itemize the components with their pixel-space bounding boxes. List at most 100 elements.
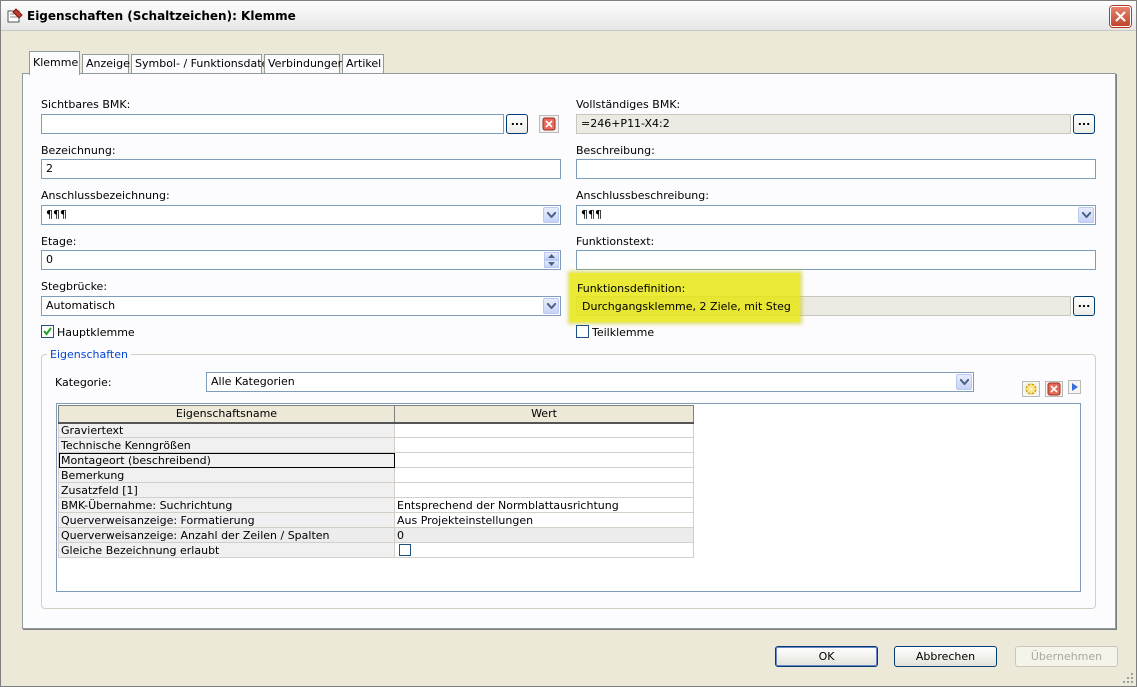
sichtbares-bmk-browse-button[interactable]: ...: [506, 114, 528, 134]
tab-artikel[interactable]: Artikel: [342, 54, 384, 74]
property-name: Querverweisanzeige: Anzahl der Zeilen / …: [58, 527, 395, 543]
table-row[interactable]: Bemerkung: [58, 467, 694, 483]
chevron-down-icon: [960, 379, 969, 385]
anschlussbezeichnung-combo[interactable]: ¶¶¶: [41, 205, 561, 225]
anschlussbeschreibung-label: Anschlussbeschreibung:: [576, 189, 709, 202]
kategorie-value: Alle Kategorien: [211, 375, 295, 388]
tab-symbol-funktionsdaten[interactable]: Symbol- / Funktionsdaten: [131, 54, 275, 74]
properties-table: Eigenschaftsname Wert Graviertext Techni…: [58, 405, 694, 558]
anschlussbezeichnung-label: Anschlussbezeichnung:: [41, 189, 170, 202]
eigenschaften-group-title: Eigenschaften: [47, 348, 131, 361]
spin-down-button[interactable]: [544, 260, 559, 268]
table-row[interactable]: Gleiche Bezeichnung erlaubt: [58, 542, 694, 558]
arrow-right-icon: [1072, 383, 1078, 391]
property-name: Querverweisanzeige: Formatierung: [58, 512, 395, 528]
properties-grid[interactable]: Eigenschaftsname Wert Graviertext Techni…: [56, 403, 1081, 592]
property-value[interactable]: Entsprechend der Normblattausrichtung: [394, 497, 694, 513]
property-name: Graviertext: [58, 422, 395, 438]
etage-stepper[interactable]: 0: [41, 250, 561, 270]
apply-button[interactable]: Übernehmen: [1015, 646, 1118, 667]
vollstaendiges-bmk-browse-button[interactable]: ...: [1073, 114, 1095, 134]
anschlussbeschreibung-combo[interactable]: ¶¶¶: [576, 205, 1096, 225]
hauptklemme-label: Hauptklemme: [57, 326, 135, 339]
funktionsdefinition-value: Durchgangsklemme, 2 Ziele, mit Steg: [582, 300, 791, 313]
arrow-up-icon: [548, 254, 555, 258]
dropdown-button[interactable]: [543, 207, 559, 223]
column-header-name[interactable]: Eigenschaftsname: [58, 405, 395, 424]
etage-value: 0: [46, 253, 53, 266]
sichtbares-bmk-label: Sichtbares BMK:: [41, 98, 131, 111]
close-button[interactable]: [1110, 6, 1131, 27]
property-value[interactable]: [394, 437, 694, 453]
checkmark-icon: [43, 327, 52, 336]
property-value[interactable]: [394, 467, 694, 483]
table-row[interactable]: Technische Kenngrößen: [58, 437, 694, 453]
vollstaendiges-bmk-label: Vollständiges BMK:: [576, 98, 681, 111]
dropdown-button[interactable]: [956, 374, 972, 390]
tab-klemme[interactable]: Klemme: [29, 51, 80, 75]
arrow-down-icon: [548, 262, 555, 266]
bezeichnung-input[interactable]: 2: [41, 159, 561, 179]
hauptklemme-checkbox[interactable]: [41, 325, 54, 338]
ok-button[interactable]: OK: [775, 646, 878, 667]
dropdown-button[interactable]: [1078, 207, 1094, 223]
etage-label: Etage:: [41, 235, 77, 248]
delete-icon: [542, 117, 556, 131]
funktionstext-label: Funktionstext:: [576, 235, 655, 248]
table-row[interactable]: Querverweisanzeige: Anzahl der Zeilen / …: [58, 527, 694, 543]
kategorie-combo[interactable]: Alle Kategorien: [206, 372, 974, 392]
property-value[interactable]: [394, 482, 694, 498]
chevron-down-icon: [547, 303, 556, 309]
beschreibung-label: Beschreibung:: [576, 144, 655, 157]
tab-verbindungen[interactable]: Verbindungen: [264, 54, 345, 74]
properties-dialog: Eigenschaften (Schaltzeichen): Klemme Kl…: [0, 0, 1137, 687]
teilklemme-checkbox[interactable]: [576, 325, 589, 338]
new-property-button[interactable]: [1022, 381, 1040, 397]
funktionstext-input[interactable]: [576, 250, 1096, 270]
table-row[interactable]: Graviertext: [58, 422, 694, 438]
property-name: Zusatzfeld [1]: [58, 482, 395, 498]
beschreibung-input[interactable]: [576, 159, 1096, 179]
property-name: Montageort (beschreibend): [58, 452, 395, 468]
title-bar: Eigenschaften (Schaltzeichen): Klemme: [1, 1, 1136, 31]
bezeichnung-label: Bezeichnung:: [41, 144, 116, 157]
spin-up-button[interactable]: [544, 252, 559, 260]
cancel-button[interactable]: Abbrechen: [894, 646, 997, 667]
delete-bmk-button[interactable]: [539, 115, 559, 133]
table-row[interactable]: Zusatzfeld [1]: [58, 482, 694, 498]
spin-buttons[interactable]: [544, 252, 559, 268]
dropdown-button[interactable]: [543, 298, 559, 314]
tab-anzeige[interactable]: Anzeige: [82, 54, 130, 74]
new-icon: [1025, 383, 1037, 395]
vollstaendiges-bmk-input[interactable]: =246+P11-X4:2: [576, 114, 1071, 134]
anschlussbeschreibung-value: ¶¶¶: [581, 208, 602, 221]
property-value[interactable]: 0: [394, 527, 694, 543]
property-value[interactable]: [394, 422, 694, 438]
chevron-down-icon: [1082, 212, 1091, 218]
stegbruecke-label: Stegbrücke:: [41, 280, 108, 293]
property-value[interactable]: Aus Projekteinstellungen: [394, 512, 694, 528]
property-name: Gleiche Bezeichnung erlaubt: [58, 542, 395, 558]
resize-grip-icon[interactable]: [1122, 672, 1134, 684]
stegbruecke-value: Automatisch: [46, 299, 116, 312]
teilklemme-label: Teilklemme: [592, 326, 655, 339]
window-title: Eigenschaften (Schaltzeichen): Klemme: [27, 9, 296, 23]
dialog-icon: [7, 8, 23, 24]
table-row[interactable]: Montageort (beschreibend): [58, 452, 694, 468]
funktionsdefinition-browse-button[interactable]: ...: [1073, 296, 1095, 316]
stegbruecke-combo[interactable]: Automatisch: [41, 296, 561, 316]
anschlussbezeichnung-value: ¶¶¶: [46, 208, 67, 221]
property-value[interactable]: [394, 452, 694, 468]
property-value-checkbox-cell[interactable]: [394, 542, 694, 558]
close-icon: [1115, 11, 1126, 22]
gleiche-bezeichnung-checkbox[interactable]: [399, 544, 411, 556]
delete-property-button[interactable]: [1045, 381, 1063, 397]
delete-icon: [1047, 382, 1061, 396]
sichtbares-bmk-input[interactable]: [41, 114, 504, 134]
table-row[interactable]: BMK-Übernahme: Suchrichtung Entsprechend …: [58, 497, 694, 513]
column-header-value[interactable]: Wert: [394, 405, 694, 424]
table-row[interactable]: Querverweisanzeige: Formatierung Aus Proj…: [58, 512, 694, 528]
more-button[interactable]: [1068, 380, 1081, 394]
funktionsdefinition-label: Funktionsdefinition:: [577, 282, 686, 295]
property-name: Technische Kenngrößen: [58, 437, 395, 453]
